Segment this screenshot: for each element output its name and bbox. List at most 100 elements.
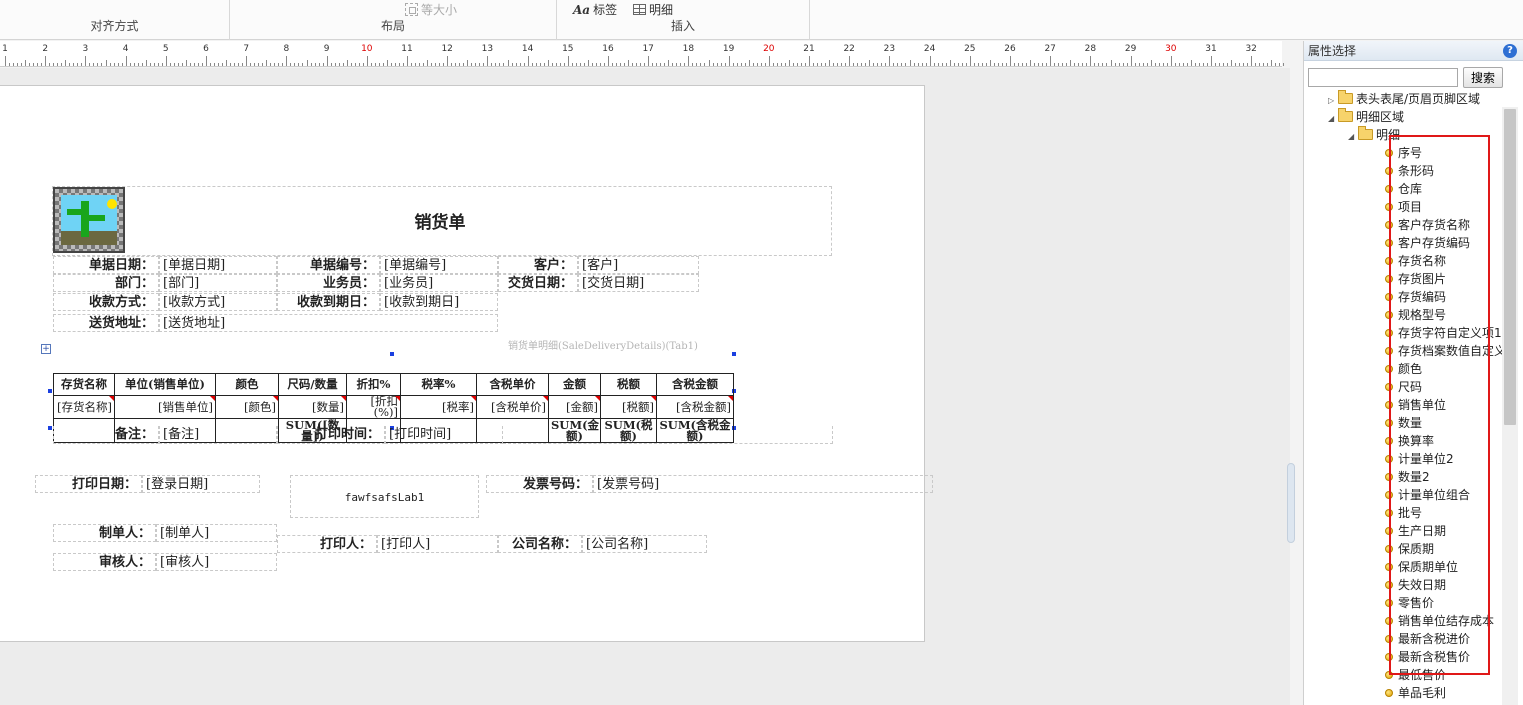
detail-data-cell[interactable]: [销售单位]	[114, 395, 216, 419]
tree-field-item[interactable]: 项目	[1385, 198, 1422, 216]
insert-label-button[interactable]: Aa 标签	[573, 1, 617, 18]
detail-header-cell[interactable]: 单位(销售单位)	[114, 373, 216, 396]
field-pay-due-value[interactable]: [收款到期日]	[380, 293, 498, 311]
help-icon[interactable]: ?	[1503, 44, 1517, 58]
tree-field-item[interactable]: 存货字符自定义项1	[1385, 324, 1502, 342]
field-customer-value[interactable]: [客户]	[578, 256, 699, 274]
tree-field-item[interactable]: 客户存货名称	[1385, 216, 1470, 234]
tree-field-item[interactable]: 最新含税进价	[1385, 630, 1470, 648]
selection-handle-left[interactable]	[48, 389, 52, 393]
tree-vertical-scrollbar[interactable]	[1502, 107, 1518, 705]
invoice-label[interactable]: 发票号码：	[486, 475, 593, 493]
detail-data-cell[interactable]: [颜色]	[215, 395, 279, 419]
tree-field-item[interactable]: 单品毛利	[1385, 684, 1446, 702]
selection-handle-top[interactable]	[390, 352, 394, 356]
tree-field-item[interactable]: 计量单位组合	[1385, 486, 1470, 504]
print-time-value[interactable]: [打印时间]	[385, 426, 503, 444]
maker-label[interactable]: 制单人：	[53, 524, 156, 542]
auditor-value[interactable]: [审核人]	[156, 553, 277, 571]
field-doc-no-value[interactable]: [单据编号]	[380, 256, 498, 274]
detail-header-cell[interactable]: 颜色	[215, 373, 279, 396]
design-canvas[interactable]: 销货单 单据日期： [单据日期] 单据编号： [单据编号] 客户： [客户] 部…	[0, 68, 1295, 705]
tree-field-item[interactable]: 存货编码	[1385, 288, 1446, 306]
detail-header-cell[interactable]: 含税金额	[656, 373, 734, 396]
maker-value[interactable]: [制单人]	[156, 524, 277, 542]
detail-data-cell[interactable]: [折扣(%)]	[346, 395, 401, 419]
tree-node-detail-area[interactable]: ◢ 明细区域	[1328, 108, 1404, 126]
detail-data-cell[interactable]: [金额]	[548, 395, 601, 419]
tree-field-item[interactable]: 规格型号	[1385, 306, 1446, 324]
tree-field-item[interactable]: 保质期	[1385, 540, 1434, 558]
tree-field-item[interactable]: 保质期单位	[1385, 558, 1458, 576]
selection-handle-top-right[interactable]	[732, 352, 736, 356]
report-page[interactable]: 销货单 单据日期： [单据日期] 单据编号： [单据编号] 客户： [客户] 部…	[0, 85, 933, 642]
collapse-icon[interactable]: ◢	[1328, 110, 1338, 128]
remark-value[interactable]: [备注]	[159, 426, 277, 444]
tree-field-item[interactable]: 数量	[1385, 414, 1422, 432]
grid-move-icon[interactable]: +	[41, 344, 51, 354]
detail-data-cell[interactable]: [税额]	[600, 395, 657, 419]
tree-field-item[interactable]: 最低售价	[1385, 666, 1446, 684]
tree-field-item[interactable]: 序号	[1385, 144, 1422, 162]
detail-header-cell[interactable]: 尺码/数量	[278, 373, 347, 396]
detail-data-cell[interactable]: [存货名称]	[53, 395, 115, 419]
collapse-icon[interactable]: ◢	[1348, 128, 1358, 146]
detail-header-cell[interactable]: 税额	[600, 373, 657, 396]
tree-field-item[interactable]: 客户存货编码	[1385, 234, 1470, 252]
tree-field-item[interactable]: 存货档案数值自定义	[1385, 342, 1502, 360]
field-address-label[interactable]: 送货地址：	[53, 314, 159, 332]
detail-data-cell[interactable]: [数量]	[278, 395, 347, 419]
printer-value[interactable]: [打印人]	[377, 535, 498, 553]
field-pay-due-label[interactable]: 收款到期日：	[277, 293, 380, 311]
tree-field-item[interactable]: 仓库	[1385, 180, 1422, 198]
insert-detail-button[interactable]: 明细	[633, 1, 673, 18]
search-button[interactable]: 搜索	[1463, 67, 1503, 88]
company-value[interactable]: [公司名称]	[582, 535, 707, 553]
detail-header-cell[interactable]: 金额	[548, 373, 601, 396]
report-title[interactable]: 销货单	[380, 208, 500, 233]
free-label-box[interactable]: fawfsafsLab1	[290, 475, 479, 518]
tree-field-item[interactable]: 失效日期	[1385, 576, 1446, 594]
tree-field-item[interactable]: 数量2	[1385, 468, 1430, 486]
auditor-label[interactable]: 审核人：	[53, 553, 156, 571]
tree-field-item[interactable]: 存货图片	[1385, 270, 1446, 288]
field-delivery-date-label[interactable]: 交货日期：	[498, 274, 578, 292]
detail-data-cell[interactable]: [税率]	[400, 395, 477, 419]
same-size-button[interactable]: 等大小	[405, 1, 457, 18]
field-salesman-label[interactable]: 业务员：	[277, 274, 380, 292]
print-date-value[interactable]: [登录日期]	[142, 475, 260, 493]
tree-field-item[interactable]: 销售单位结存成本	[1385, 612, 1494, 630]
tree-field-item[interactable]: 批号	[1385, 504, 1422, 522]
field-delivery-date-value[interactable]: [交货日期]	[578, 274, 699, 292]
logo-image[interactable]	[53, 187, 125, 253]
detail-header-cell[interactable]: 折扣%	[346, 373, 401, 396]
field-doc-date-value[interactable]: [单据日期]	[159, 256, 277, 274]
tree-node-detail[interactable]: ◢ 明细	[1348, 126, 1400, 144]
scrollbar-thumb[interactable]	[1504, 109, 1516, 425]
tree-node-header-footer[interactable]: ▷ 表头表尾/页眉页脚区域	[1328, 90, 1480, 108]
print-date-label[interactable]: 打印日期：	[35, 475, 142, 493]
remark-label[interactable]: 备注：	[53, 426, 159, 444]
field-dept-label[interactable]: 部门：	[53, 274, 159, 292]
invoice-value[interactable]: [发票号码]	[593, 475, 933, 493]
detail-data-cell[interactable]: [含税金额]	[656, 395, 734, 419]
tree-field-item[interactable]: 最新含税售价	[1385, 648, 1470, 666]
detail-data-cell[interactable]: [含税单价]	[476, 395, 549, 419]
field-dept-value[interactable]: [部门]	[159, 274, 277, 292]
tree-field-item[interactable]: 存货名称	[1385, 252, 1446, 270]
field-customer-label[interactable]: 客户：	[498, 256, 578, 274]
tree-field-item[interactable]: 计量单位2	[1385, 450, 1454, 468]
tree-field-item[interactable]: 生产日期	[1385, 522, 1446, 540]
printer-label[interactable]: 打印人：	[277, 535, 377, 553]
print-time-label[interactable]: 打印时间：	[277, 426, 385, 444]
tree-field-item[interactable]: 零售价	[1385, 594, 1434, 612]
tree-field-item[interactable]: 尺码	[1385, 378, 1422, 396]
detail-header-cell[interactable]: 含税单价	[476, 373, 549, 396]
field-salesman-value[interactable]: [业务员]	[380, 274, 498, 292]
selection-handle-bottom-left[interactable]	[48, 426, 52, 430]
field-doc-date-label[interactable]: 单据日期：	[53, 256, 159, 274]
tree-field-item[interactable]: 销售单位	[1385, 396, 1446, 414]
detail-header-cell[interactable]: 存货名称	[53, 373, 115, 396]
tree-field-item[interactable]: 换算率	[1385, 432, 1434, 450]
property-search-input[interactable]	[1308, 68, 1458, 87]
